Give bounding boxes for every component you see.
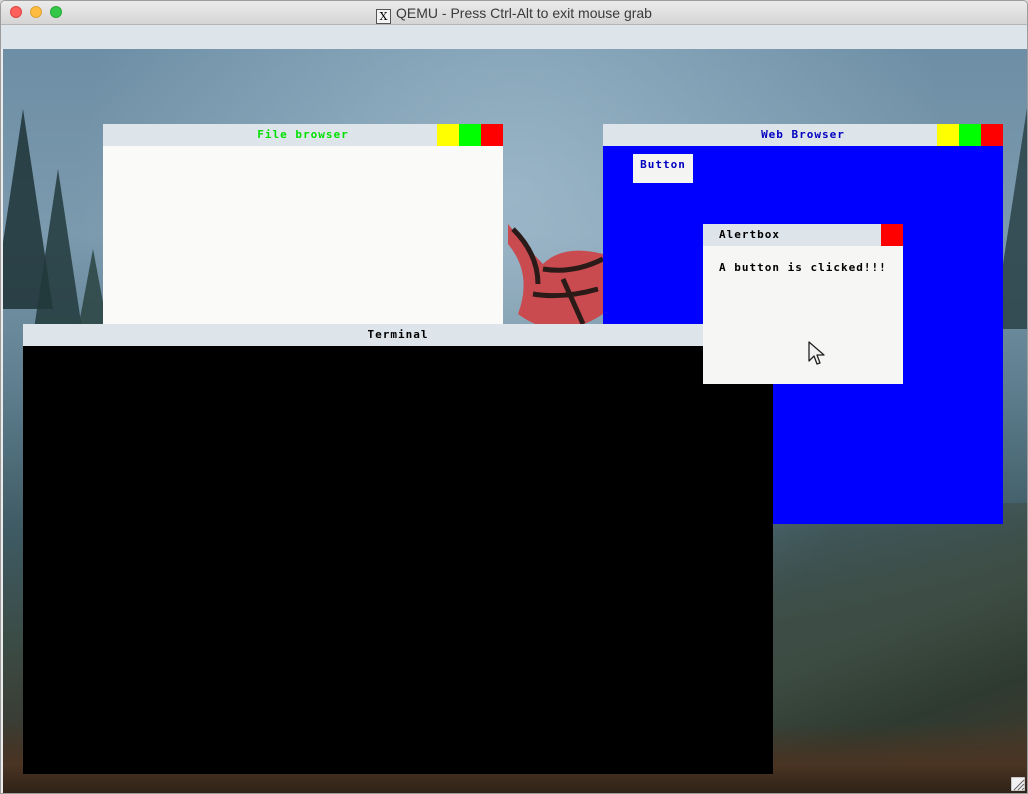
qemu-window: X QEMU - Press Ctrl-Alt to exit mouse gra… — [0, 0, 1028, 794]
window-title: X QEMU - Press Ctrl-Alt to exit mouse gra… — [1, 5, 1027, 24]
x11-icon: X — [376, 9, 392, 24]
qemu-titlebar[interactable]: X QEMU - Press Ctrl-Alt to exit mouse gra… — [1, 1, 1027, 25]
file-browser-title: File browser — [257, 128, 349, 141]
resize-grip-icon[interactable] — [1011, 777, 1025, 791]
file-browser-window: File browser — [103, 124, 503, 324]
alertbox-window: Alertbox A button is clicked!!! — [703, 224, 903, 384]
alertbox-titlebar[interactable]: Alertbox — [703, 224, 903, 246]
web-browser-maximize-button[interactable] — [959, 124, 981, 146]
alertbox-content: A button is clicked!!! — [703, 246, 903, 384]
terminal-window: Terminal — [23, 324, 773, 774]
file-browser-minimize-button[interactable] — [437, 124, 459, 146]
terminal-content[interactable] — [23, 346, 773, 774]
terminal-titlebar[interactable]: Terminal — [23, 324, 773, 346]
file-browser-close-button[interactable] — [481, 124, 503, 146]
mouse-cursor-icon — [808, 341, 825, 365]
web-browser-button[interactable]: Button — [633, 154, 693, 183]
wallpaper-creature — [508, 224, 605, 329]
web-browser-minimize-button[interactable] — [937, 124, 959, 146]
alertbox-message: A button is clicked!!! — [719, 261, 887, 274]
window-title-text: QEMU - Press Ctrl-Alt to exit mouse grab — [396, 5, 652, 21]
file-browser-maximize-button[interactable] — [459, 124, 481, 146]
alertbox-title: Alertbox — [719, 228, 780, 241]
web-browser-close-button[interactable] — [981, 124, 1003, 146]
alertbox-close-button[interactable] — [881, 224, 903, 246]
file-browser-content[interactable] — [103, 146, 503, 324]
guest-desktop[interactable]: File browser Web Browser Button Terminal — [3, 49, 1027, 793]
web-browser-title: Web Browser — [761, 128, 845, 141]
terminal-title: Terminal — [367, 328, 429, 341]
qemu-toolbar — [1, 25, 1027, 49]
